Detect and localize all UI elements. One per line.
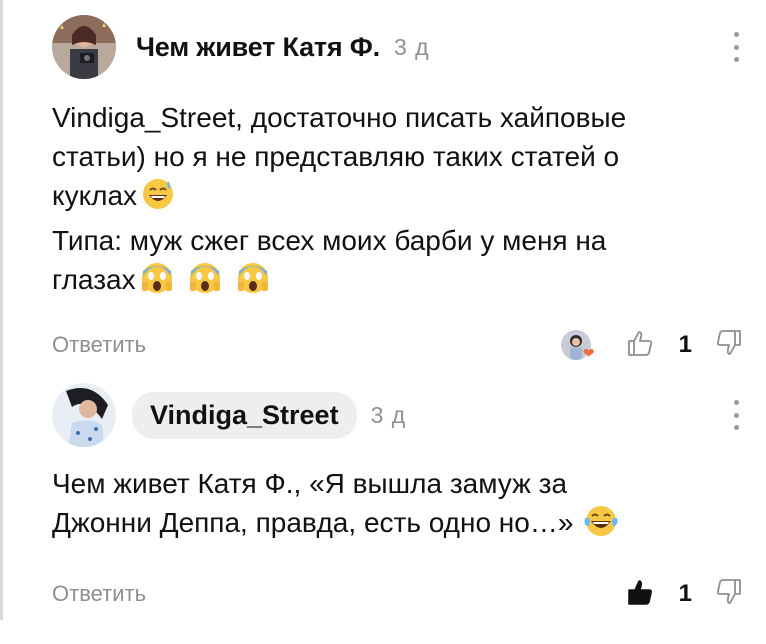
comment: Vindiga_Street 3 д Чем живет Катя Ф., «Я… xyxy=(52,382,744,614)
comment-line: Джонни Деппа, правда, есть одно но…» xyxy=(52,503,732,548)
thread-line xyxy=(0,0,3,620)
reply-button[interactable]: Ответить xyxy=(52,332,146,358)
grinning-sweat-emoji-icon xyxy=(141,177,175,221)
heart-icon: ❤ xyxy=(582,344,595,361)
thumbs-up-icon[interactable] xyxy=(625,577,655,612)
avatar[interactable] xyxy=(52,15,116,79)
comment-line: статьи) но я не представляю таких статей… xyxy=(52,141,620,172)
screaming-face-emoji-icon xyxy=(140,261,174,305)
avatar[interactable] xyxy=(52,383,116,447)
comment-line: глазах xyxy=(52,260,732,305)
screaming-face-emoji-icon xyxy=(236,261,270,305)
comment-actions: Ответить ❤ 1 xyxy=(52,325,744,365)
reaction-bar: 1 xyxy=(625,574,744,614)
comment-line: куклах xyxy=(52,176,732,221)
comment-text: Vindiga_Street, достаточно писать хайпов… xyxy=(52,98,732,305)
comment: Чем живет Катя Ф. 3 д Vindiga_Street, до… xyxy=(52,14,744,365)
comment-line-text: куклах xyxy=(52,180,138,211)
comment-actions: Ответить 1 xyxy=(52,574,744,614)
comment-line: Типа: муж сжег всех моих барби у меня на xyxy=(52,225,607,256)
comment-line: Vindiga_Street, достаточно писать хайпов… xyxy=(52,102,627,133)
comment-line: Чем живет Катя Ф., «Я вышла замуж за xyxy=(52,468,568,499)
author-name[interactable]: Чем живет Катя Ф. xyxy=(136,32,380,63)
comment-header: Чем живет Катя Ф. 3 д xyxy=(52,14,744,80)
like-count: 1 xyxy=(678,331,692,358)
reply-button[interactable]: Ответить xyxy=(52,581,146,607)
more-vertical-icon[interactable] xyxy=(732,32,740,62)
timestamp: 3 д xyxy=(393,33,430,60)
reaction-bar: ❤ 1 xyxy=(560,325,744,365)
tears-of-joy-emoji-icon xyxy=(583,504,619,548)
thumbs-up-icon[interactable] xyxy=(625,328,655,363)
comment-line-text: глазах xyxy=(52,264,136,295)
comment-line-text: Джонни Деппа, правда, есть одно но…» xyxy=(52,507,574,538)
comment-header: Vindiga_Street 3 д xyxy=(52,382,744,448)
screaming-face-emoji-icon xyxy=(188,261,222,305)
thumbs-down-icon[interactable] xyxy=(714,328,744,363)
like-count: 1 xyxy=(678,580,692,607)
comment-text: Чем живет Катя Ф., «Я вышла замуж за Джо… xyxy=(52,464,732,548)
more-vertical-icon[interactable] xyxy=(732,400,740,430)
timestamp: 3 д xyxy=(370,401,407,428)
author-name[interactable]: Vindiga_Street xyxy=(132,391,357,439)
thumbs-down-icon[interactable] xyxy=(714,577,744,612)
